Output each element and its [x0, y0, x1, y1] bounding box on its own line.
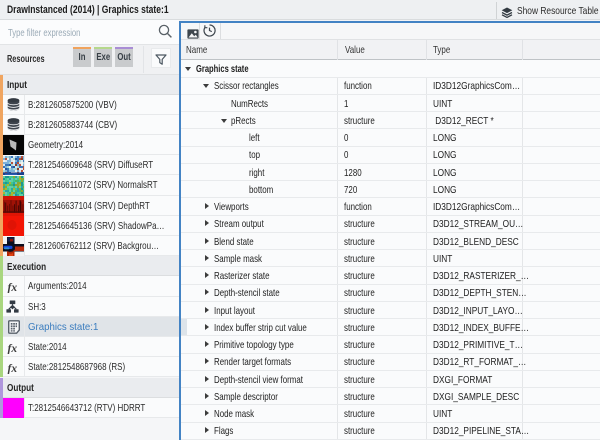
svg-text:fx: fx	[7, 343, 17, 354]
svg-text:fx: fx	[7, 282, 17, 293]
svg-text:fx: fx	[7, 363, 17, 374]
